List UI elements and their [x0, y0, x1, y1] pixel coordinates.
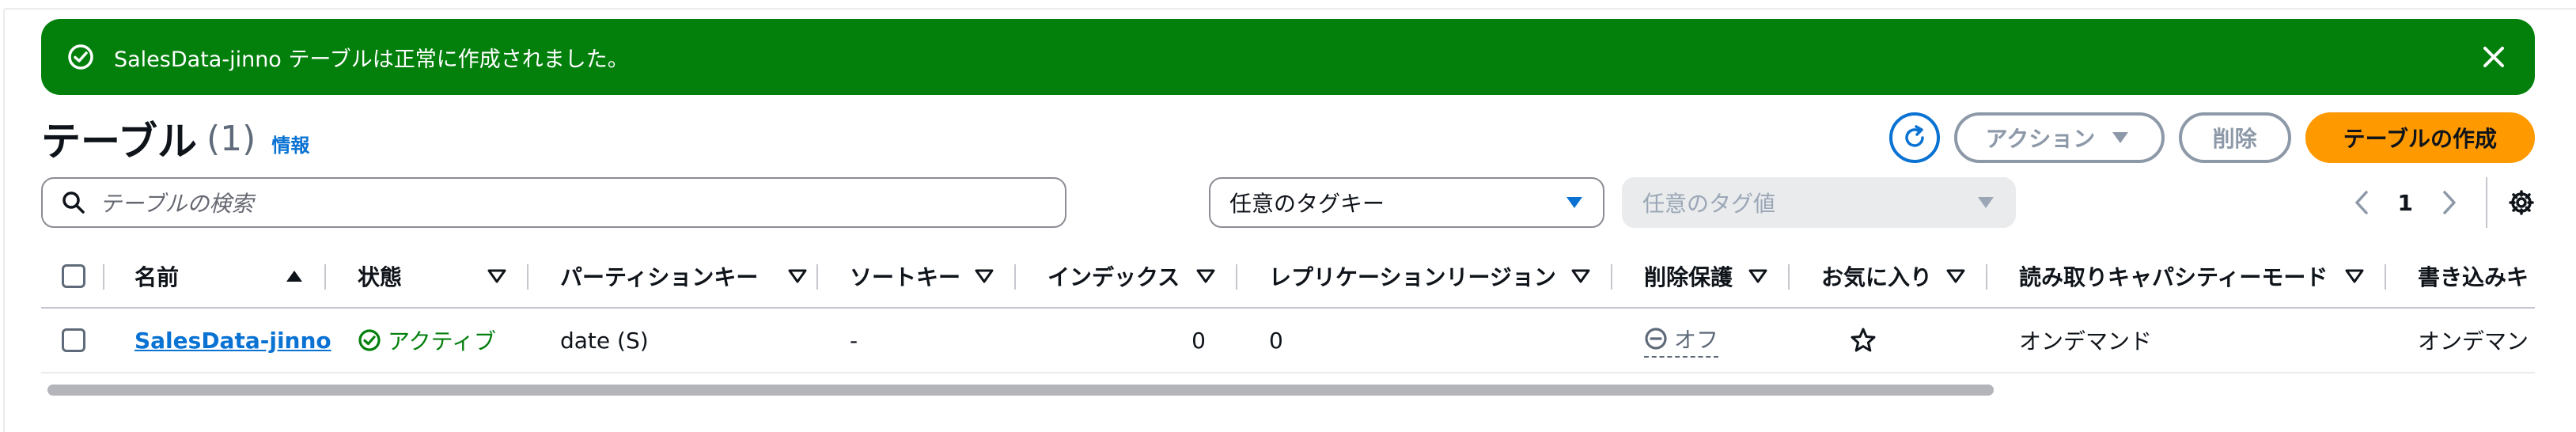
tag-value-placeholder: 任意のタグ値 [1642, 191, 1776, 217]
check-circle-icon [68, 44, 93, 70]
select-all-checkbox[interactable] [62, 264, 85, 288]
success-flash-banner: SalesData-jinno テーブルは正常に作成されました。 [41, 19, 2535, 95]
sort-icon [487, 269, 506, 283]
refresh-icon [1904, 125, 1924, 147]
actions-dropdown-button[interactable]: アクション [1953, 112, 2165, 163]
sort-key-value: - [850, 327, 858, 354]
info-link[interactable]: 情報 [271, 130, 309, 157]
header-actions: アクション 削除 テーブルの作成 [1888, 112, 2535, 163]
write-capacity-mode-value: オンデマン [2418, 328, 2529, 354]
column-label: 削除保護 [1644, 264, 1733, 290]
column-header-deletion-protection[interactable]: 削除保護 [1612, 245, 1790, 307]
table-row: SalesData-jinno アクティブ date (S) - 0 0 オフ … [41, 309, 2535, 373]
caret-down-icon [1566, 197, 1582, 208]
cell-replication-regions: 0 [1237, 309, 1612, 372]
sort-icon [1946, 269, 1965, 283]
column-label: 名前 [134, 264, 180, 290]
row-checkbox[interactable] [62, 328, 85, 352]
cell-read-capacity-mode: オンデマンド [1987, 309, 2386, 372]
table-header-row: 名前 状態 パーティションキー ソートキー インデックス レプリケーションリージ… [41, 245, 2535, 309]
column-header-indexes[interactable]: インデックス [1016, 245, 1237, 307]
refresh-button[interactable] [1888, 112, 1940, 163]
tag-value-select: 任意のタグ値 [1622, 177, 2016, 228]
column-label: ソートキー [850, 264, 961, 290]
chevron-right-icon[interactable] [2442, 190, 2457, 215]
column-label: お気に入り [1821, 264, 1933, 290]
caret-down-icon [2112, 132, 2129, 143]
pager-divider [2486, 177, 2487, 228]
sort-icon [2345, 269, 2364, 283]
column-label: インデックス [1047, 264, 1180, 290]
column-label: 書き込みキ [2418, 264, 2529, 290]
tag-key-select[interactable]: 任意のタグキー [1209, 177, 1604, 228]
sort-ascending-icon [286, 271, 302, 282]
cell-write-capacity-mode: オンデマン [2386, 309, 2535, 372]
cell-deletion-protection: オフ [1612, 309, 1790, 372]
sort-icon [1748, 269, 1767, 283]
star-icon[interactable] [1850, 327, 1877, 354]
column-header-status[interactable]: 状態 [326, 245, 528, 307]
column-header-partition-key[interactable]: パーティションキー [528, 245, 818, 307]
search-icon [63, 191, 85, 214]
tag-key-value: 任意のタグキー [1229, 191, 1385, 217]
partition-key-value: date (S) [560, 327, 649, 354]
column-label: パーティションキー [560, 264, 759, 290]
delete-label: 削除 [2212, 126, 2257, 152]
column-header-favorites[interactable]: お気に入り [1790, 245, 1987, 307]
select-all-cell [41, 245, 104, 307]
column-header-name[interactable]: 名前 [104, 245, 326, 307]
column-header-read-capacity-mode[interactable]: 読み取りキャパシティーモード [1987, 245, 2386, 307]
row-select-cell [41, 309, 104, 372]
delete-button[interactable]: 削除 [2178, 112, 2291, 163]
actions-label: アクション [1985, 126, 2096, 152]
scrollbar-thumb[interactable] [47, 385, 1994, 396]
create-table-label: テーブルの作成 [2343, 126, 2497, 152]
close-icon [2483, 47, 2504, 67]
cell-sort-key: - [818, 309, 1016, 372]
status-text: アクティブ [388, 328, 496, 354]
search-input[interactable]: テーブルの検索 [41, 177, 1066, 228]
indexes-value: 0 [1191, 327, 1206, 354]
current-page[interactable]: 1 [2398, 190, 2413, 216]
cell-indexes: 0 [1016, 309, 1237, 372]
sort-icon [1196, 269, 1215, 283]
horizontal-scrollbar[interactable] [41, 383, 2535, 397]
read-capacity-mode-value: オンデマンド [2019, 328, 2153, 354]
gear-icon[interactable] [2508, 189, 2535, 216]
tables-table: 名前 状態 パーティションキー ソートキー インデックス レプリケーションリージ… [41, 245, 2535, 373]
search-placeholder: テーブルの検索 [100, 191, 254, 217]
deletion-protection-text: オフ [1674, 327, 1719, 353]
page-header: テーブル (1) 情報 [41, 111, 309, 166]
chevron-left-icon[interactable] [2354, 190, 2370, 215]
cell-favorite [1790, 309, 1987, 372]
sort-icon [1571, 269, 1590, 283]
column-header-write-capacity-mode[interactable]: 書き込みキ [2386, 245, 2535, 307]
minus-circle-icon [1645, 328, 1667, 350]
check-circle-icon [358, 329, 381, 351]
cell-name: SalesData-jinno [104, 309, 331, 372]
create-table-button[interactable]: テーブルの作成 [2305, 112, 2535, 163]
flash-message: SalesData-jinno テーブルは正常に作成されました。 [114, 47, 629, 72]
pagination: 1 [2354, 177, 2535, 228]
column-header-sort-key[interactable]: ソートキー [818, 245, 1016, 307]
sort-icon [788, 269, 807, 283]
caret-down-icon [1978, 197, 1994, 208]
column-label: 状態 [358, 264, 403, 290]
table-count: (1) [206, 118, 256, 159]
sort-icon [975, 269, 994, 283]
column-header-replication-regions[interactable]: レプリケーションリージョン [1237, 245, 1612, 307]
replication-regions-value: 0 [1269, 327, 1283, 354]
cell-partition-key: date (S) [528, 309, 818, 372]
dismiss-flash-button[interactable] [2478, 41, 2510, 73]
column-label: レプリケーションリージョン [1269, 264, 1556, 290]
cell-status: アクティブ [326, 309, 528, 372]
status-badge: アクティブ [358, 324, 496, 356]
column-label: 読み取りキャパシティーモード [2019, 264, 2328, 290]
deletion-protection-status[interactable]: オフ [1644, 323, 1719, 358]
table-name-link[interactable]: SalesData-jinno [134, 328, 331, 354]
page-title: テーブル [41, 119, 197, 165]
